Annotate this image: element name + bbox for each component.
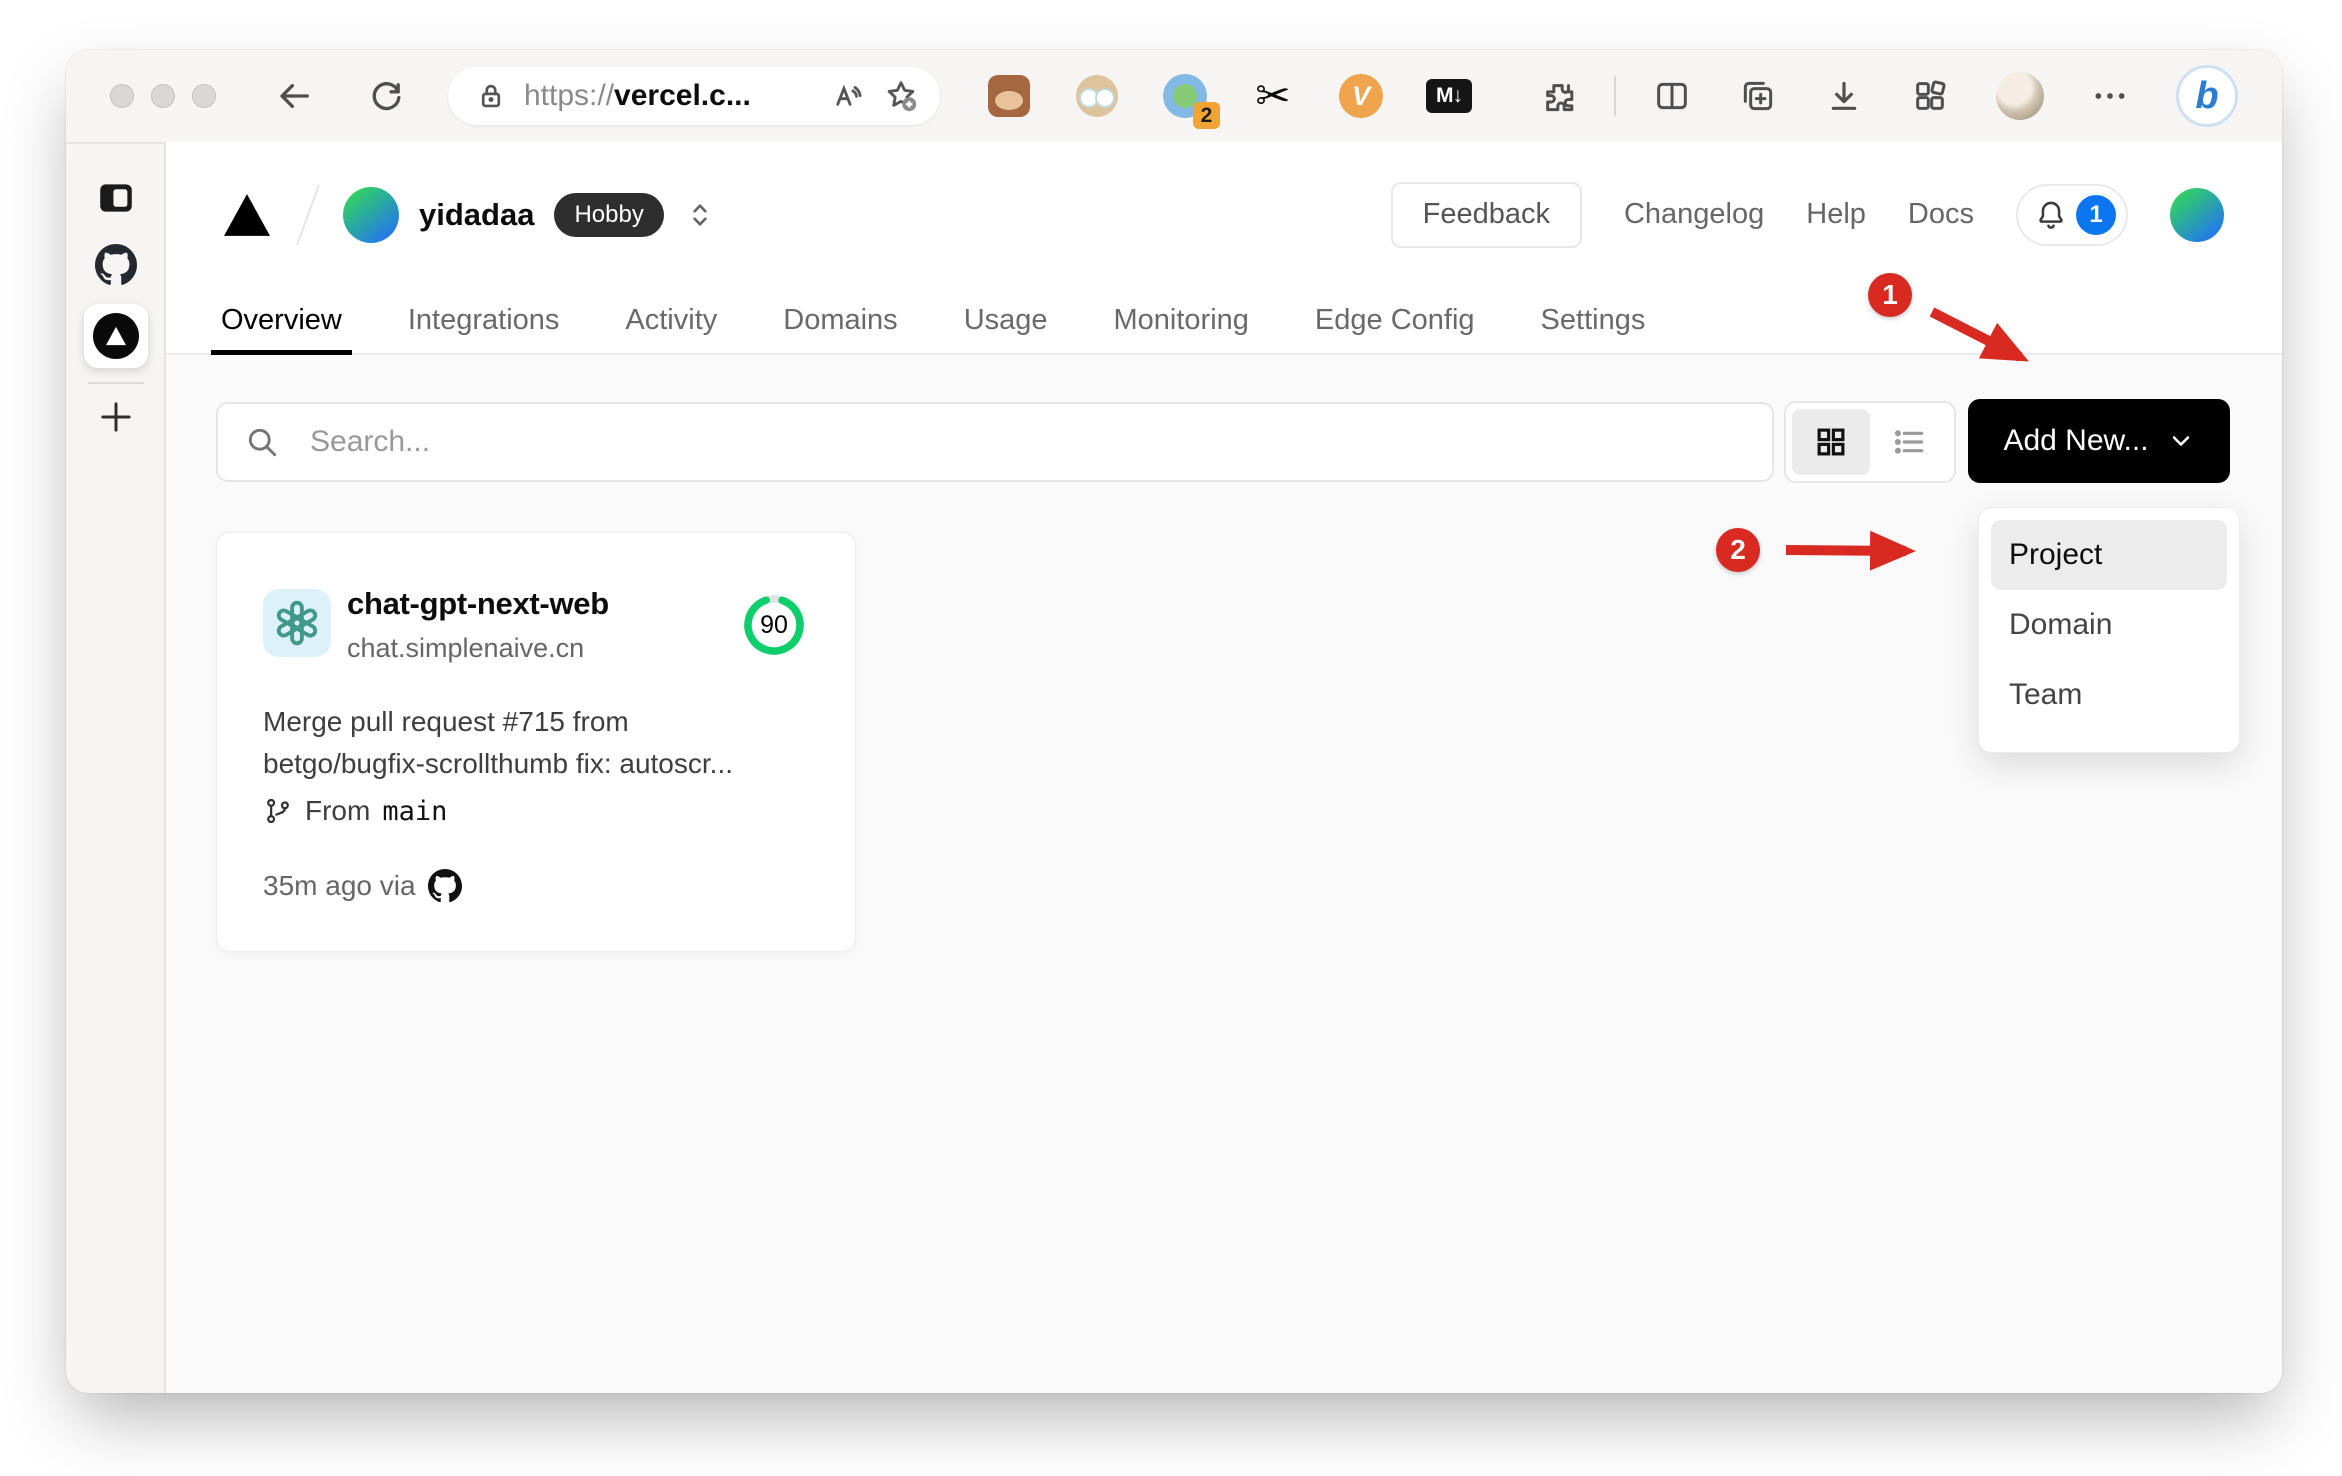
git-branch-icon [267, 798, 289, 824]
latest-commit-message: Merge pull request #715 from betgo/bugfi… [263, 701, 823, 785]
vercel-sidebar-tile[interactable] [84, 304, 148, 368]
plan-badge: Hobby [554, 192, 664, 237]
lock-icon [474, 79, 508, 113]
reader-mode-icon[interactable] [828, 78, 864, 114]
openai-logo-icon [276, 600, 318, 646]
view-toggle [1784, 401, 1956, 483]
project-icon-tile [263, 589, 331, 657]
close-window-button[interactable] [110, 84, 134, 108]
more-menu-icon[interactable] [2090, 76, 2130, 116]
vercel-page: yidadaa Hobby Feedback Changelog Help Do… [166, 142, 2282, 1393]
tab-activity[interactable]: Activity [615, 287, 727, 353]
team-switcher[interactable]: yidadaa Hobby [343, 186, 716, 243]
team-selector-chevrons-icon [693, 203, 707, 226]
vercel-logo[interactable] [221, 192, 273, 238]
deployment-time: 35m ago via [263, 870, 416, 901]
reload-icon[interactable] [366, 76, 406, 116]
help-link[interactable]: Help [1806, 198, 1866, 231]
dropdown-item-domain[interactable]: Domain [1991, 590, 2227, 660]
notification-count-badge: 1 [2076, 194, 2116, 235]
sidebar-toggle-icon[interactable] [66, 176, 166, 220]
dashboard-tabs: Overview Integrations Activity Domains U… [166, 287, 2282, 355]
tab-edge-config[interactable]: Edge Config [1305, 287, 1485, 353]
browser-toolbar: https://vercel.c... 2 ✂ V M↓ b [66, 50, 2282, 142]
team-name: yidadaa [419, 196, 535, 232]
browser-profile-avatar[interactable] [1996, 72, 2044, 120]
commit-line-2: betgo/bugfix-scrollthumb fix: autoscr... [263, 748, 733, 779]
sidebar-divider [88, 382, 144, 384]
tampermonkey-extension-icon[interactable] [986, 73, 1032, 119]
header-actions: Feedback Changelog Help Docs 1 [1390, 181, 2224, 248]
avatar-extension-icon[interactable] [1074, 73, 1120, 119]
speed-insights-score[interactable]: 90 [742, 593, 806, 657]
project-search [216, 402, 1774, 482]
back-icon[interactable] [274, 76, 314, 116]
project-name: chat-gpt-next-web [347, 586, 609, 621]
extension-icons: 2 ✂ V M↓ [986, 73, 1472, 129]
dropdown-item-team[interactable]: Team [1991, 660, 2227, 730]
project-domain: chat.simplenaive.cn [347, 633, 585, 663]
tab-settings[interactable]: Settings [1531, 287, 1656, 353]
docs-link[interactable]: Docs [1908, 198, 1974, 231]
toolbar-right: b [1538, 65, 2238, 127]
user-avatar[interactable] [2170, 187, 2224, 242]
grid-view-button[interactable] [1792, 409, 1870, 475]
deployment-time-row: 35m ago via [263, 869, 462, 903]
minimize-window-button[interactable] [151, 84, 175, 108]
url-scheme: https:// [524, 79, 615, 112]
tab-overview[interactable]: Overview [211, 287, 352, 355]
browser-window: https://vercel.c... 2 ✂ V M↓ b yidadaa H… [66, 50, 2282, 1393]
feedback-button[interactable]: Feedback [1390, 181, 1582, 248]
markdown-extension-icon[interactable]: M↓ [1426, 73, 1472, 119]
search-icon [244, 424, 280, 465]
add-new-button[interactable]: Add New... [1968, 399, 2230, 483]
notifications-button[interactable]: 1 [2016, 183, 2128, 246]
search-input[interactable] [216, 402, 1774, 482]
tab-integrations[interactable]: Integrations [398, 287, 570, 353]
vercel-header: yidadaa Hobby Feedback Changelog Help Do… [166, 142, 2282, 287]
tab-usage[interactable]: Usage [954, 287, 1058, 353]
address-bar[interactable]: https://vercel.c... [448, 67, 940, 125]
team-avatar [343, 186, 399, 243]
tab-monitoring[interactable]: Monitoring [1104, 287, 1259, 353]
chevron-down-icon [2172, 436, 2189, 446]
breadcrumb-slash [296, 184, 320, 245]
changelog-link[interactable]: Changelog [1624, 198, 1764, 231]
collections-icon[interactable] [1738, 76, 1778, 116]
dropdown-item-project[interactable]: Project [1991, 520, 2227, 590]
branch-word: From [305, 795, 371, 826]
window-controls [110, 84, 216, 108]
v-extension-icon[interactable]: V [1338, 73, 1384, 119]
branch-row: From main [263, 795, 447, 827]
extensions-puzzle-icon[interactable] [1538, 76, 1578, 116]
commit-line-1: Merge pull request #715 from [263, 706, 629, 737]
bing-chat-icon[interactable]: b [2176, 65, 2238, 127]
url-text: https://vercel.c... [524, 79, 828, 113]
add-new-dropdown: Project Domain Team [1978, 507, 2240, 753]
list-view-button[interactable] [1870, 409, 1948, 475]
edge-sidebar [66, 142, 166, 1393]
github-sidebar-icon[interactable] [66, 244, 166, 286]
projects-content: Add New... Project Domain Team [166, 355, 2282, 1393]
workspaces-apps-icon[interactable] [1910, 76, 1950, 116]
proxy-extension-badge: 2 [1193, 102, 1220, 129]
zoom-window-button[interactable] [192, 84, 216, 108]
vercel-icon [93, 313, 139, 359]
proxy-extension-icon[interactable]: 2 [1162, 73, 1220, 129]
add-sidebar-item-icon[interactable] [66, 396, 166, 438]
branch-name: main [382, 795, 448, 827]
toolbar-divider [1614, 76, 1616, 116]
add-new-label: Add New... [2003, 424, 2149, 457]
github-source-icon [427, 869, 462, 903]
url-host: vercel.c... [614, 79, 751, 112]
split-screen-icon[interactable] [1652, 76, 1692, 116]
downloads-icon[interactable] [1824, 76, 1864, 116]
add-favorite-icon[interactable] [882, 77, 920, 115]
tab-domains[interactable]: Domains [773, 287, 907, 353]
score-value: 90 [760, 610, 788, 639]
bell-icon [2039, 201, 2063, 229]
scissors-extension-icon[interactable]: ✂ [1250, 73, 1296, 119]
project-card[interactable]: chat-gpt-next-web chat.simplenaive.cn 90… [216, 532, 856, 952]
